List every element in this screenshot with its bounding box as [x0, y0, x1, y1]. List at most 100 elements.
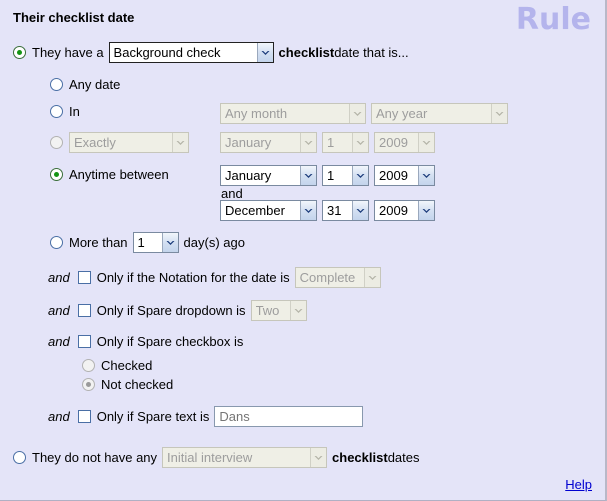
year-select-to[interactable]: 2009: [374, 200, 435, 221]
chevron-down-icon: [418, 133, 434, 152]
page-title: Their checklist date: [13, 10, 135, 25]
day-select-to-value: 31: [327, 203, 342, 218]
chevron-down-icon: [352, 133, 368, 152]
chevron-down-icon: [172, 133, 188, 152]
radio-spare-not-checked[interactable]: [82, 378, 95, 391]
option-exactly-selects: January 1 2009: [220, 132, 435, 153]
option-any-date-row: Any date: [50, 77, 120, 92]
chevron-down-icon: [363, 268, 380, 287]
month-select-in[interactable]: Any month: [220, 103, 366, 124]
negative-option-text-before: They do not have any: [32, 450, 158, 465]
option-more-than-label-before: More than: [69, 235, 128, 250]
radio-more-than[interactable]: [50, 236, 63, 249]
exactly-select[interactable]: Exactly: [69, 132, 189, 153]
option-in-label: In: [69, 104, 80, 119]
checkbox-spare-dropdown[interactable]: [77, 304, 91, 317]
chevron-down-icon: [352, 201, 368, 220]
option-more-than-label-after: day(s) ago: [183, 235, 245, 250]
checkbox-spare-checkbox[interactable]: [77, 335, 91, 348]
condition-spare-checkbox-and-label: and: [48, 334, 70, 349]
month-select-in-value: Any month: [225, 106, 288, 121]
anytime-to-selects: December 31 2009: [220, 200, 435, 221]
chevron-down-icon: [349, 104, 365, 123]
chevron-down-icon: [418, 201, 434, 220]
radio-exactly[interactable]: [50, 136, 63, 149]
rule-watermark: Rule: [515, 2, 591, 37]
option-anytime-between-label: Anytime between: [69, 167, 169, 182]
notation-select[interactable]: Complete: [294, 267, 381, 288]
radio-they-have-a[interactable]: [13, 46, 26, 59]
notation-select-value: Complete: [299, 270, 356, 285]
day-select-to[interactable]: 31: [322, 200, 369, 221]
spare-not-checked-row: Not checked: [82, 377, 173, 392]
chevron-down-icon: [300, 166, 316, 185]
month-select-to[interactable]: December: [220, 200, 317, 221]
option-anytime-between-row: Anytime between: [50, 167, 169, 182]
primary-option-text-after: date that is...: [334, 45, 409, 60]
month-select-exactly[interactable]: January: [220, 132, 317, 153]
year-select-exactly[interactable]: 2009: [374, 132, 435, 153]
rule-panel: Rule Their checklist date They have a Ba…: [0, 0, 607, 501]
condition-spare-text-row: and Only if Spare text is: [48, 406, 364, 427]
spare-text-input[interactable]: [214, 406, 364, 427]
month-select-from-value: January: [225, 168, 272, 183]
checkbox-spare-text[interactable]: [77, 410, 91, 423]
year-select-from-value: 2009: [379, 168, 408, 183]
condition-spare-dropdown-row: and Only if Spare dropdown is Two: [48, 300, 307, 321]
days-select[interactable]: 1: [132, 232, 179, 253]
year-select-exactly-value: 2009: [379, 135, 408, 150]
condition-spare-dropdown-label: Only if Spare dropdown is: [96, 303, 246, 318]
day-select-from-value: 1: [327, 168, 335, 183]
chevron-down-icon: [352, 166, 368, 185]
radio-any-date[interactable]: [50, 78, 63, 91]
primary-option-row: They have a Background check checklist d…: [13, 42, 409, 63]
radio-they-do-not-have-any[interactable]: [13, 451, 26, 464]
anytime-and-label: and: [221, 186, 243, 201]
negative-checklist-select-value: Initial interview: [167, 450, 253, 465]
year-select-to-value: 2009: [379, 203, 408, 218]
condition-spare-checkbox-label: Only if Spare checkbox is: [96, 334, 244, 349]
chevron-down-icon: [310, 448, 327, 467]
spare-not-checked-label: Not checked: [101, 377, 174, 392]
spare-dropdown-select-value: Two: [255, 303, 280, 318]
chevron-down-icon: [418, 166, 434, 185]
negative-option-text-after-bold: checklist: [332, 450, 388, 465]
month-select-exactly-value: January: [225, 135, 272, 150]
year-select-in[interactable]: Any year: [371, 103, 508, 124]
option-any-date-label: Any date: [69, 77, 121, 92]
condition-notation-row: and Only if the Notation for the date is…: [48, 267, 381, 288]
primary-option-text-after-bold: checklist: [278, 45, 335, 60]
option-exactly-row: Exactly: [50, 132, 189, 153]
month-select-to-value: December: [225, 203, 285, 218]
chevron-down-icon: [300, 201, 316, 220]
year-select-in-value: Any year: [376, 106, 428, 121]
condition-spare-text-label: Only if Spare text is: [96, 409, 210, 424]
primary-option-text-before: They have a: [32, 45, 104, 60]
chevron-down-icon: [300, 133, 316, 152]
anytime-and-label-row: and: [221, 186, 243, 201]
condition-notation-label: Only if the Notation for the date is: [96, 270, 290, 285]
checklist-type-select[interactable]: Background check: [108, 42, 274, 63]
chevron-down-icon: [256, 43, 273, 62]
day-select-from[interactable]: 1: [322, 165, 369, 186]
negative-checklist-select[interactable]: Initial interview: [162, 447, 328, 468]
year-select-from[interactable]: 2009: [374, 165, 435, 186]
anytime-from-selects: January 1 2009: [220, 165, 435, 186]
radio-spare-checked[interactable]: [82, 359, 95, 372]
option-more-than-row: More than 1 day(s) ago: [50, 232, 245, 253]
condition-spare-dropdown-and-label: and: [48, 303, 70, 318]
spare-dropdown-select[interactable]: Two: [250, 300, 307, 321]
day-select-exactly[interactable]: 1: [322, 132, 369, 153]
checkbox-notation[interactable]: [77, 271, 91, 284]
radio-in[interactable]: [50, 105, 63, 118]
negative-option-text-after: dates: [387, 450, 420, 465]
radio-anytime-between[interactable]: [50, 168, 63, 181]
option-in-selects: Any month Any year: [220, 103, 508, 124]
help-link[interactable]: Help: [565, 477, 592, 492]
condition-notation-and-label: and: [48, 270, 70, 285]
month-select-from[interactable]: January: [220, 165, 317, 186]
chevron-down-icon: [161, 233, 178, 252]
exactly-select-value: Exactly: [74, 135, 116, 150]
spare-checked-row: Checked: [82, 358, 152, 373]
chevron-down-icon: [289, 301, 306, 320]
